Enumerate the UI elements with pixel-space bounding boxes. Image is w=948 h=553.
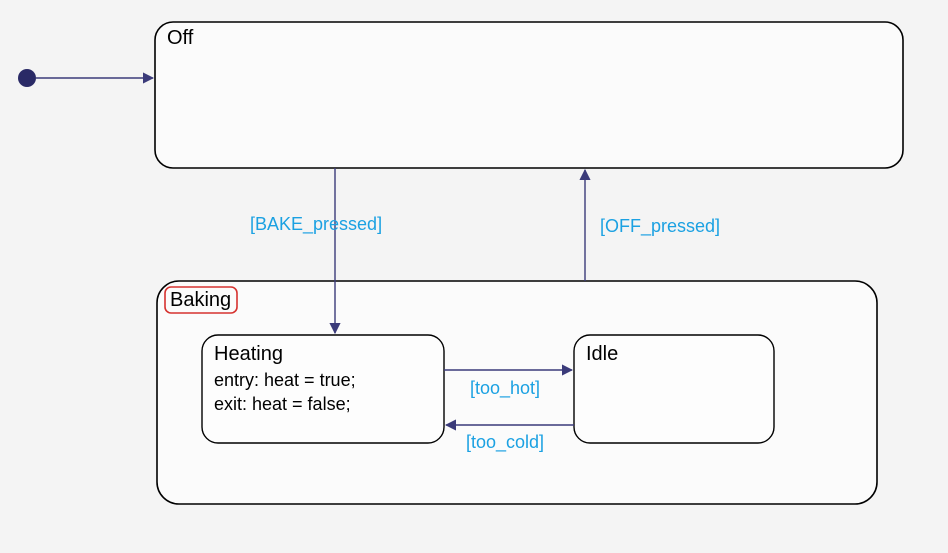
state-off-label: Off [167,27,194,49]
guard-too-hot: [too_hot] [470,378,540,399]
state-diagram: Off Baking Heating entry: heat = true; e… [0,0,948,553]
state-baking-label: Baking [170,289,231,311]
state-idle-label: Idle [586,343,618,365]
guard-off-pressed: [OFF_pressed] [600,216,720,237]
state-off[interactable] [155,22,903,168]
guard-too-cold: [too_cold] [466,432,544,453]
initial-state-icon [18,69,36,87]
state-heating-exit: exit: heat = false; [214,394,351,414]
state-heating-label: Heating [214,343,283,365]
guard-bake-pressed: [BAKE_pressed] [250,214,382,235]
state-heating-entry: entry: heat = true; [214,370,356,390]
